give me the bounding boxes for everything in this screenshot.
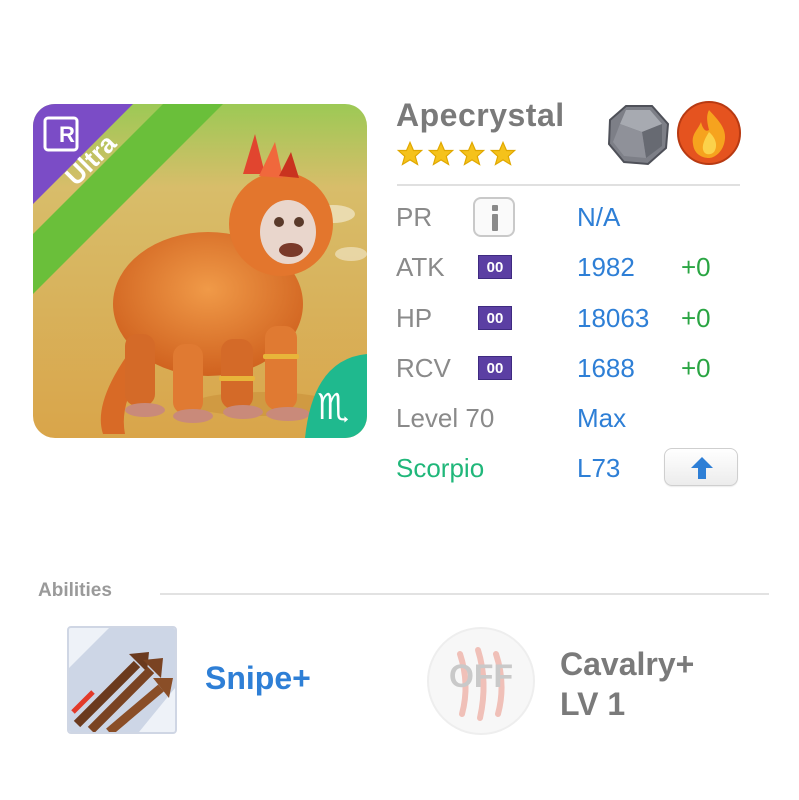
star-icon [427,140,455,166]
level-label: Level 70 [396,403,495,433]
zodiac-symbol: ♏ [317,386,350,427]
stat-bonus: +0 [681,252,711,282]
earth-element-icon [607,105,670,166]
stat-row-rcv: RCV 00 1688 +0 [396,348,740,388]
header-divider [397,184,740,186]
ability-level: LV 1 [560,686,626,722]
abilities-heading: Abilities [38,580,112,601]
stat-row-pr: PR N/A [396,197,740,237]
abilities-divider [160,593,769,595]
plus-badge[interactable]: 00 [478,306,512,330]
stat-row-hp: HP 00 18063 +0 [396,298,740,338]
stat-label: PR [396,202,433,232]
plus-badge[interactable]: 00 [478,356,512,380]
plus-badge[interactable]: 00 [478,255,512,279]
stat-bonus: +0 [681,303,711,333]
level-up-button[interactable] [664,448,738,486]
stat-bonus: +0 [681,353,711,383]
stat-value: N/A [577,202,621,232]
ability-name: Cavalry+ [560,646,695,682]
star-icon [458,140,486,166]
ability-name: Snipe+ [205,660,311,696]
monster-name: Apecrystal [396,97,565,133]
monster-portrait[interactable]: R Ultra ♏ [33,104,367,438]
arrow-up-icon [691,457,713,479]
zodiac-level-value: L73 [577,453,621,483]
info-icon [492,205,498,211]
stat-label: ATK [396,252,445,282]
fire-element-icon [677,101,741,165]
ability-status: OFF [449,658,513,694]
rarity-badge-label: R [59,122,75,147]
info-button[interactable] [473,197,515,237]
star-icon [489,140,517,166]
stat-row-atk: ATK 00 1982 +0 [396,247,740,287]
stat-row-level: Level 70 Max [396,398,740,438]
stat-value: 1688 [577,353,635,383]
stat-label: HP [396,303,433,333]
level-value: Max [577,403,627,433]
stat-row-zodiac: Scorpio L73 [396,448,740,488]
star-rating [396,140,517,170]
snipe-arrows-icon [69,628,175,732]
stat-value: 1982 [577,252,635,282]
zodiac-label: Scorpio [396,453,485,483]
snipe-ability-icon[interactable] [67,626,177,734]
stat-label: RCV [396,353,451,383]
stat-value: 18063 [577,303,650,333]
star-icon [396,140,424,166]
